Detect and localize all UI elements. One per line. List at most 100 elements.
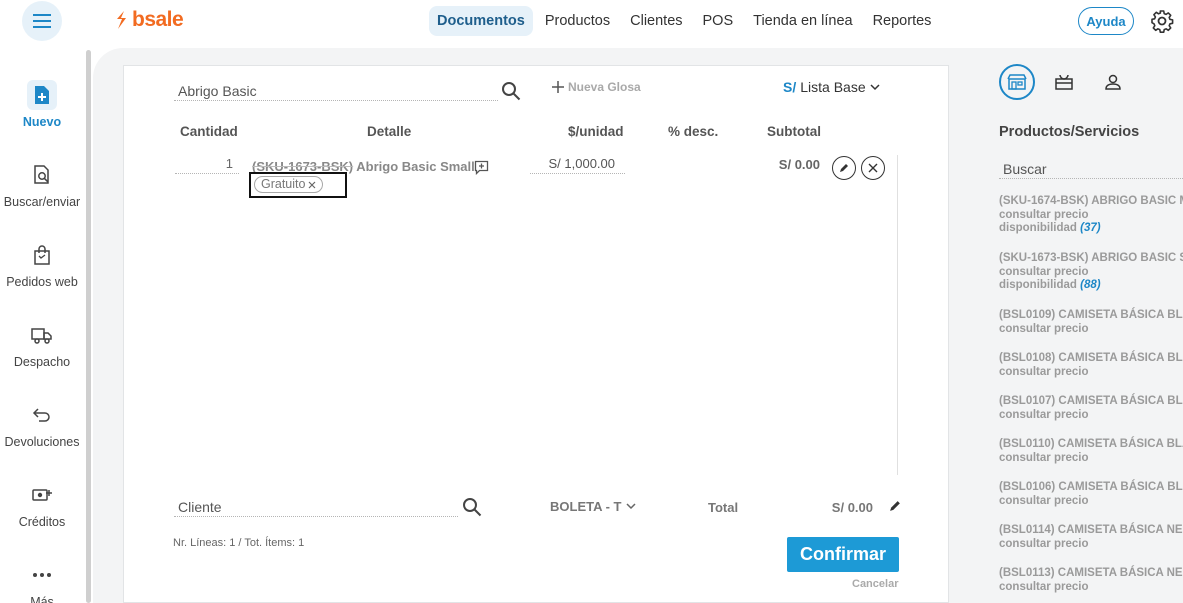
product-price-link[interactable]: consultar precio [999, 366, 1183, 380]
product-stock: (88) [1080, 279, 1101, 291]
nav-productos[interactable]: Productos [537, 6, 618, 36]
truck-icon [27, 320, 57, 350]
sidebar-item-buscar[interactable]: Buscar/enviar [0, 160, 84, 209]
brand-logo[interactable]: bsale [114, 8, 184, 32]
sidebar-label-buscar: Buscar/enviar [3, 195, 81, 209]
product-price-link[interactable]: consultar precio [999, 209, 1183, 223]
product-list-item[interactable]: (BSL0107) CAMISETA BÁSICA BLANCA consult… [999, 395, 1183, 422]
nav-pos[interactable]: POS [695, 6, 742, 36]
product-list-item[interactable]: (BSL0110) CAMISETA BÁSICA BLANCA consult… [999, 438, 1183, 465]
search-icon[interactable] [501, 81, 521, 101]
sidebar-label-creditos: Créditos [18, 515, 66, 529]
product-price-link[interactable]: consultar precio [999, 266, 1183, 280]
gift-box-icon [1055, 74, 1073, 90]
bsale-logo-icon [117, 11, 126, 29]
document-card [123, 65, 949, 603]
product-price-link[interactable]: consultar precio [999, 495, 1183, 509]
price-list-label: Lista Base [800, 79, 866, 95]
product-search-input[interactable]: Abrigo Basic [174, 80, 498, 102]
shopping-bag-icon [27, 240, 57, 270]
line-counts: Nr. Líneas: 1 / Tot. Ítems: 1 [173, 537, 305, 549]
sidebar-item-despacho[interactable]: Despacho [0, 320, 84, 369]
cancel-link[interactable]: Cancelar [852, 578, 898, 590]
chevron-down-icon [625, 503, 636, 510]
tab-products[interactable] [999, 64, 1035, 100]
main-nav: Documentos Productos Clientes POS Tienda… [429, 5, 943, 37]
plus-icon [552, 81, 564, 93]
product-list-item[interactable]: (BSL0106) CAMISETA BÁSICA BLANCA consult… [999, 481, 1183, 508]
new-glosa-button[interactable]: Nueva Glosa [552, 80, 641, 94]
product-list-item[interactable]: (SKU-1673-BSK) ABRIGO BASIC SMALL consul… [999, 252, 1183, 293]
nav-tienda[interactable]: Tienda en línea [745, 6, 860, 36]
price-list-select[interactable]: S/ Lista Base [783, 79, 880, 95]
sidebar-scrollbar[interactable] [86, 50, 91, 603]
document-type-label: BOLETA - T [550, 499, 622, 514]
confirm-button[interactable]: Confirmar [787, 537, 899, 572]
tab-promotions[interactable] [1046, 64, 1082, 100]
product-list-item[interactable]: (BSL0108) CAMISETA BÁSICA BLANCA consult… [999, 352, 1183, 379]
product-price-link[interactable]: consultar precio [999, 409, 1183, 423]
return-arrow-icon [27, 400, 57, 430]
sidebar-label-nuevo: Nuevo [22, 115, 62, 129]
sidebar-label-mas: Más [30, 595, 54, 603]
product-list-item[interactable]: (BSL0113) CAMISETA BÁSICA NEGRA consulta… [999, 567, 1183, 594]
sidebar-label-devoluciones: Devoluciones [4, 435, 80, 449]
product-price-link[interactable]: consultar precio [999, 581, 1183, 595]
brand-name: bsale [132, 8, 184, 31]
product-name: (BSL0109) CAMISETA BÁSICA BLANCA [999, 309, 1183, 321]
new-glosa-label: Nueva Glosa [568, 80, 641, 94]
product-stock-label: disponibilidad [999, 279, 1077, 291]
nav-documentos[interactable]: Documentos [429, 6, 533, 36]
left-sidebar: Nuevo Buscar/enviar Pedidos web Despacho… [0, 42, 84, 603]
sidebar-item-creditos[interactable]: Créditos [0, 480, 84, 529]
product-name: (SKU-1674-BSK) ABRIGO BASIC MEDIUM [999, 195, 1183, 207]
panel-search-input[interactable]: Buscar [999, 160, 1183, 179]
more-dots-icon [27, 560, 57, 590]
total-label: Total [708, 500, 739, 515]
product-stock-label: disponibilidad [999, 222, 1077, 234]
col-header-quantity: Cantidad [180, 124, 238, 139]
edit-line-button[interactable] [832, 156, 856, 180]
sidebar-label-pedidos: Pedidos web [6, 275, 78, 289]
sidebar-item-mas[interactable]: Más [0, 560, 84, 603]
top-navbar: bsale Documentos Productos Clientes POS … [0, 0, 1183, 42]
product-price-link[interactable]: consultar precio [999, 323, 1183, 337]
product-list-item[interactable]: (BSL0109) CAMISETA BÁSICA BLANCA consult… [999, 309, 1183, 336]
product-price-link[interactable]: consultar precio [999, 538, 1183, 552]
tag-label: Gratuito [261, 177, 306, 191]
col-header-subtotal: Subtotal [767, 124, 821, 139]
close-icon[interactable] [308, 181, 316, 189]
help-button[interactable]: Ayuda [1078, 7, 1134, 35]
product-name: (SKU-1673-BSK) ABRIGO BASIC SMALL [999, 252, 1183, 264]
client-search-icon[interactable] [462, 497, 482, 517]
panel-title: Productos/Servicios [999, 124, 1140, 140]
product-name: (BSL0108) CAMISETA BÁSICA BLANCA [999, 352, 1183, 364]
gear-icon[interactable] [1150, 9, 1174, 33]
panel-search-underline [999, 178, 1183, 179]
client-search-input[interactable]: Cliente [174, 497, 458, 517]
nav-reportes[interactable]: Reportes [865, 6, 940, 36]
remove-line-button[interactable] [861, 156, 885, 180]
product-price-link[interactable]: consultar precio [999, 452, 1183, 466]
tab-user[interactable] [1095, 64, 1131, 100]
product-stock: (37) [1080, 222, 1101, 234]
col-header-discount: % desc. [668, 124, 719, 139]
sidebar-label-despacho: Despacho [13, 355, 71, 369]
sidebar-item-devoluciones[interactable]: Devoluciones [0, 400, 84, 449]
sidebar-item-nuevo[interactable]: Nuevo [0, 80, 84, 129]
hamburger-icon [33, 14, 51, 28]
close-icon [868, 163, 878, 173]
menu-button[interactable] [22, 1, 62, 41]
sidebar-item-pedidos[interactable]: Pedidos web [0, 240, 84, 289]
search-document-icon [27, 160, 57, 190]
nav-clientes[interactable]: Clientes [622, 6, 690, 36]
gratuito-tag[interactable]: Gratuito [254, 176, 324, 193]
product-list-item[interactable]: (SKU-1674-BSK) ABRIGO BASIC MEDIUM consu… [999, 195, 1183, 236]
document-type-select[interactable]: BOLETA - T [550, 499, 636, 514]
product-list-item[interactable]: (BSL0114) CAMISETA BÁSICA NEGRA consulta… [999, 524, 1183, 551]
add-comment-icon[interactable] [474, 160, 489, 175]
line-subtotal: S/ 0.00 [778, 157, 820, 172]
col-header-unit-price: $/unidad [568, 124, 624, 139]
edit-total-pencil-icon[interactable] [889, 499, 902, 512]
quantity-underline [175, 173, 239, 174]
